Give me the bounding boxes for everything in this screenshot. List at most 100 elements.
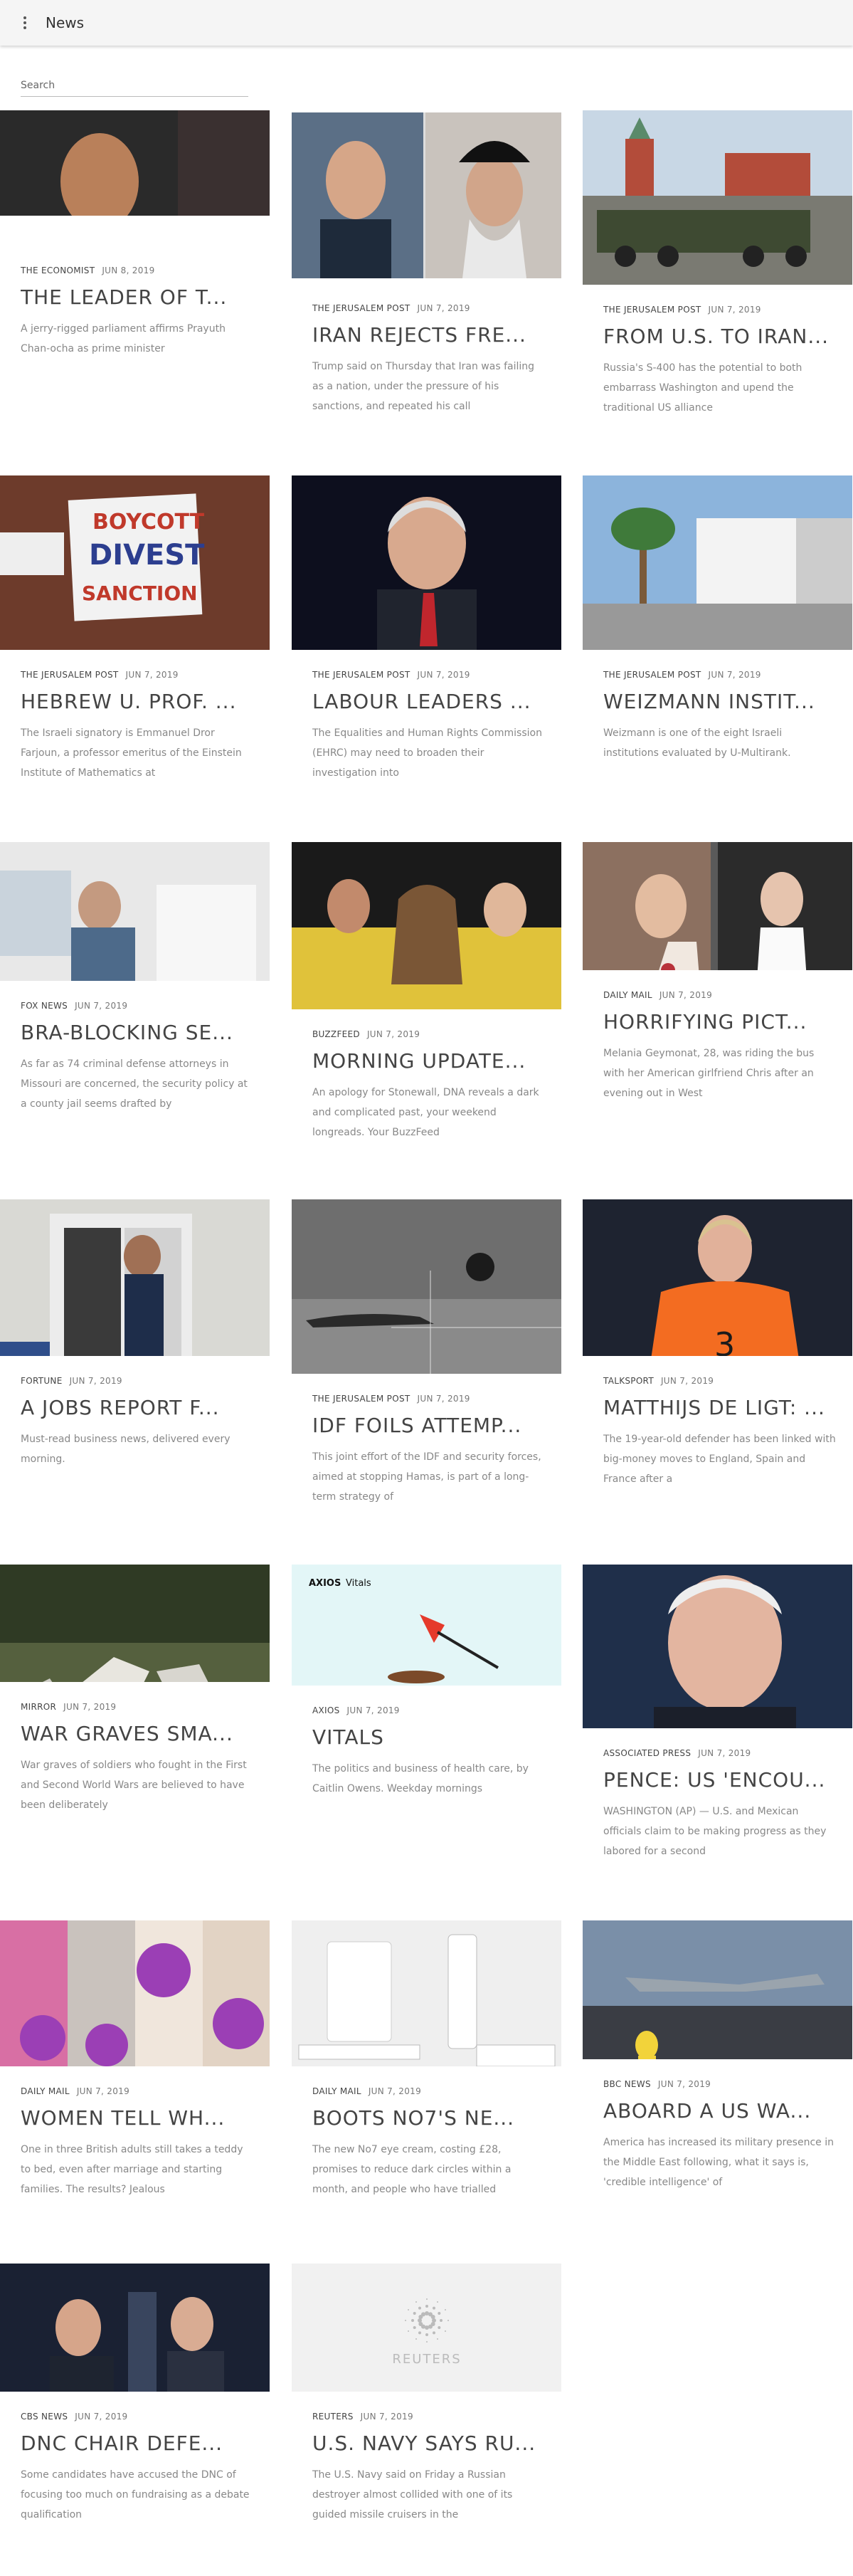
more-menu-icon[interactable] xyxy=(16,14,34,32)
news-headline[interactable]: ABOARD A US WA... xyxy=(603,2099,852,2123)
news-headline[interactable]: WOMEN TELL WH... xyxy=(21,2106,270,2130)
news-card-image[interactable] xyxy=(583,1565,852,1746)
news-headline[interactable]: U.S. NAVY SAYS RU... xyxy=(312,2432,561,2455)
news-source: REUTERS xyxy=(312,2412,354,2422)
news-headline[interactable]: LABOUR LEADERS ... xyxy=(312,690,561,713)
news-headline[interactable]: HEBREW U. PROF. ... xyxy=(21,690,270,713)
news-card-image[interactable] xyxy=(0,1920,270,2081)
news-card-image[interactable] xyxy=(292,1199,561,1388)
news-card[interactable]: MIRROR JUN 7, 2019 WAR GRAVES SMA... War gr… xyxy=(0,1565,270,1860)
news-source: THE JERUSALEM POST xyxy=(312,670,410,680)
news-card-image[interactable] xyxy=(583,110,852,299)
news-date: JUN 7, 2019 xyxy=(659,990,713,1000)
news-card-meta: BBC NEWS JUN 7, 2019 xyxy=(603,2079,852,2089)
news-date: JUN 7, 2019 xyxy=(417,1394,470,1404)
news-card-image[interactable]: REUTERS xyxy=(292,2264,561,2406)
news-snippet: As far as 74 criminal defense attorneys … xyxy=(21,1058,248,1110)
news-card[interactable]: BBC NEWS JUN 7, 2019 ABOARD A US WA... Amer… xyxy=(583,1920,852,2237)
news-source: THE JERUSALEM POST xyxy=(312,1394,410,1404)
news-headline[interactable]: VITALS xyxy=(312,1725,561,1749)
news-card[interactable]: THE JERUSALEM POST JUN 7, 2019 WEIZMANN IN… xyxy=(583,475,852,828)
news-headline[interactable]: MATTHIJS DE LIGT: ... xyxy=(603,1396,852,1419)
news-card[interactable]: THE JERUSALEM POST JUN 7, 2019 FROM U.S. T… xyxy=(583,110,852,463)
news-date: JUN 7, 2019 xyxy=(368,2086,422,2096)
news-snippet: The 19-year-old defender has been linked… xyxy=(603,1434,836,1485)
news-source: THE ECONOMIST xyxy=(21,266,95,275)
news-card-meta: FOX NEWS JUN 7, 2019 xyxy=(21,1001,270,1011)
news-card-meta: ASSOCIATED PRESS JUN 7, 2019 xyxy=(603,1748,852,1758)
news-date: JUN 7, 2019 xyxy=(366,1029,420,1039)
news-card[interactable]: 3 TALKSPORT JUN 7, 2019 MATTHIJS DE LIGT: .… xyxy=(583,1199,852,1534)
news-card-meta: THE JERUSALEM POST JUN 7, 2019 xyxy=(312,303,561,313)
news-headline[interactable]: A JOBS REPORT F... xyxy=(21,1396,270,1419)
news-date: JUN 7, 2019 xyxy=(657,2079,711,2089)
news-headline[interactable]: BRA-BLOCKING SE... xyxy=(21,1021,270,1044)
news-headline[interactable]: PENCE: US 'ENCOU... xyxy=(603,1768,852,1792)
news-card-image[interactable] xyxy=(0,1199,270,1381)
news-card-image[interactable] xyxy=(583,1920,852,2073)
news-snippet: Weizmann is one of the eight Israeli ins… xyxy=(603,727,791,759)
news-card-meta: CBS NEWS JUN 7, 2019 xyxy=(21,2412,270,2422)
news-card[interactable]: BUZZFEED JUN 7, 2019 MORNING UPDATE... An a… xyxy=(292,842,561,1187)
news-headline[interactable]: IRAN REJECTS FRE... xyxy=(312,323,561,347)
news-card[interactable]: DAILY MAIL JUN 7, 2019 BOOTS NO7'S NE... Th… xyxy=(292,1920,561,2244)
news-card[interactable]: DAILY MAIL JUN 7, 2019 HORRIFYING PICT... M… xyxy=(583,842,852,1148)
news-card-image[interactable]: BOYCOTT DIVEST SANCTION xyxy=(0,475,270,664)
news-snippet: America has increased its military prese… xyxy=(603,2137,834,2188)
news-headline[interactable]: DNC CHAIR DEFE... xyxy=(21,2432,270,2455)
news-card-image[interactable] xyxy=(292,1920,561,2081)
news-date: JUN 7, 2019 xyxy=(75,2412,128,2422)
svg-text:AXIOS: AXIOS xyxy=(309,1578,341,1589)
news-headline[interactable]: IDF FOILS ATTEMP... xyxy=(312,1414,561,1437)
news-date: JUN 7, 2019 xyxy=(360,2412,413,2422)
news-headline[interactable]: WAR GRAVES SMA... xyxy=(21,1722,270,1745)
news-source: THE JERUSALEM POST xyxy=(603,305,701,315)
news-card-image[interactable] xyxy=(583,475,852,664)
news-source: FORTUNE xyxy=(21,1376,63,1386)
news-headline[interactable]: MORNING UPDATE... xyxy=(312,1049,561,1073)
news-card-meta: TALKSPORT JUN 7, 2019 xyxy=(603,1376,852,1386)
news-card[interactable]: THE JERUSALEM POST JUN 7, 2019 LABOUR LEAD… xyxy=(292,475,561,828)
svg-text:REUTERS: REUTERS xyxy=(392,2352,461,2367)
news-headline[interactable]: THE LEADER OF T... xyxy=(21,285,270,309)
news-card[interactable]: FORTUNE JUN 7, 2019 A JOBS REPORT F... Must… xyxy=(0,1199,270,1534)
svg-text:SANCTION: SANCTION xyxy=(82,582,198,605)
news-card-image[interactable] xyxy=(292,112,561,278)
news-card-image[interactable]: 3 xyxy=(583,1199,852,1381)
news-card[interactable]: DAILY MAIL JUN 7, 2019 WOMEN TELL WH... One… xyxy=(0,1920,270,2244)
news-card[interactable]: THE JERUSALEM POST JUN 7, 2019 IRAN REJECT… xyxy=(292,112,561,461)
news-headline[interactable]: FROM U.S. TO IRAN... xyxy=(603,325,852,348)
news-card-meta: THE ECONOMIST JUN 8, 2019 xyxy=(21,266,270,275)
news-card[interactable]: FOX NEWS JUN 7, 2019 BRA-BLOCKING SE... As … xyxy=(0,842,270,1159)
news-source: DAILY MAIL xyxy=(21,2086,70,2096)
news-headline[interactable]: WEIZMANN INSTIT... xyxy=(603,690,852,713)
news-date: JUN 7, 2019 xyxy=(417,670,470,680)
news-card-image[interactable] xyxy=(292,475,561,664)
news-card[interactable]: REUTERS REUTERS JUN 7, 2019 U.S. NAVY SAYS … xyxy=(292,2264,561,2570)
news-headline[interactable]: HORRIFYING PICT... xyxy=(603,1010,852,1034)
search-input[interactable] xyxy=(21,75,248,97)
news-card-meta: THE JERUSALEM POST JUN 7, 2019 xyxy=(312,670,561,680)
news-snippet: Russia's S-400 has the potential to both… xyxy=(603,362,802,414)
news-card-meta: DAILY MAIL JUN 7, 2019 xyxy=(21,2086,270,2096)
news-snippet: Must-read business news, delivered every… xyxy=(21,1434,231,1465)
news-card-image[interactable]: AXIOS Vitals xyxy=(292,1565,561,1700)
news-card[interactable]: ASSOCIATED PRESS JUN 7, 2019 PENCE: US 'EN… xyxy=(583,1565,852,1906)
news-card[interactable]: THE ECONOMIST JUN 8, 2019 THE LEADER OF T.… xyxy=(0,110,270,424)
svg-text:Vitals: Vitals xyxy=(346,1578,371,1589)
news-headline[interactable]: BOOTS NO7'S NE... xyxy=(312,2106,561,2130)
news-card[interactable]: BOYCOTT DIVEST SANCTION THE JERUSALEM POST J… xyxy=(0,475,270,828)
news-date: JUN 8, 2019 xyxy=(102,266,155,275)
news-card-image[interactable] xyxy=(0,110,270,216)
news-snippet: The Israeli signatory is Emmanuel Dror F… xyxy=(21,727,242,779)
news-card[interactable]: AXIOS Vitals AXIOS JUN 7, 2019 VITALS The pol… xyxy=(292,1565,561,1863)
news-card[interactable]: CBS NEWS JUN 7, 2019 DNC CHAIR DEFE... Some… xyxy=(0,2264,270,2570)
news-date: JUN 7, 2019 xyxy=(346,1705,400,1715)
news-snippet: This joint effort of the IDF and securit… xyxy=(312,1451,541,1503)
news-card[interactable]: THE JERUSALEM POST JUN 7, 2019 IDF FOILS A… xyxy=(292,1199,561,1552)
news-snippet: One in three British adults still takes … xyxy=(21,2144,243,2195)
news-card-image[interactable] xyxy=(0,2264,270,2406)
news-card-image[interactable] xyxy=(292,842,561,1024)
news-card-meta: DAILY MAIL JUN 7, 2019 xyxy=(603,990,852,1000)
news-snippet: The new No7 eye cream, costing £28, prom… xyxy=(312,2144,512,2195)
